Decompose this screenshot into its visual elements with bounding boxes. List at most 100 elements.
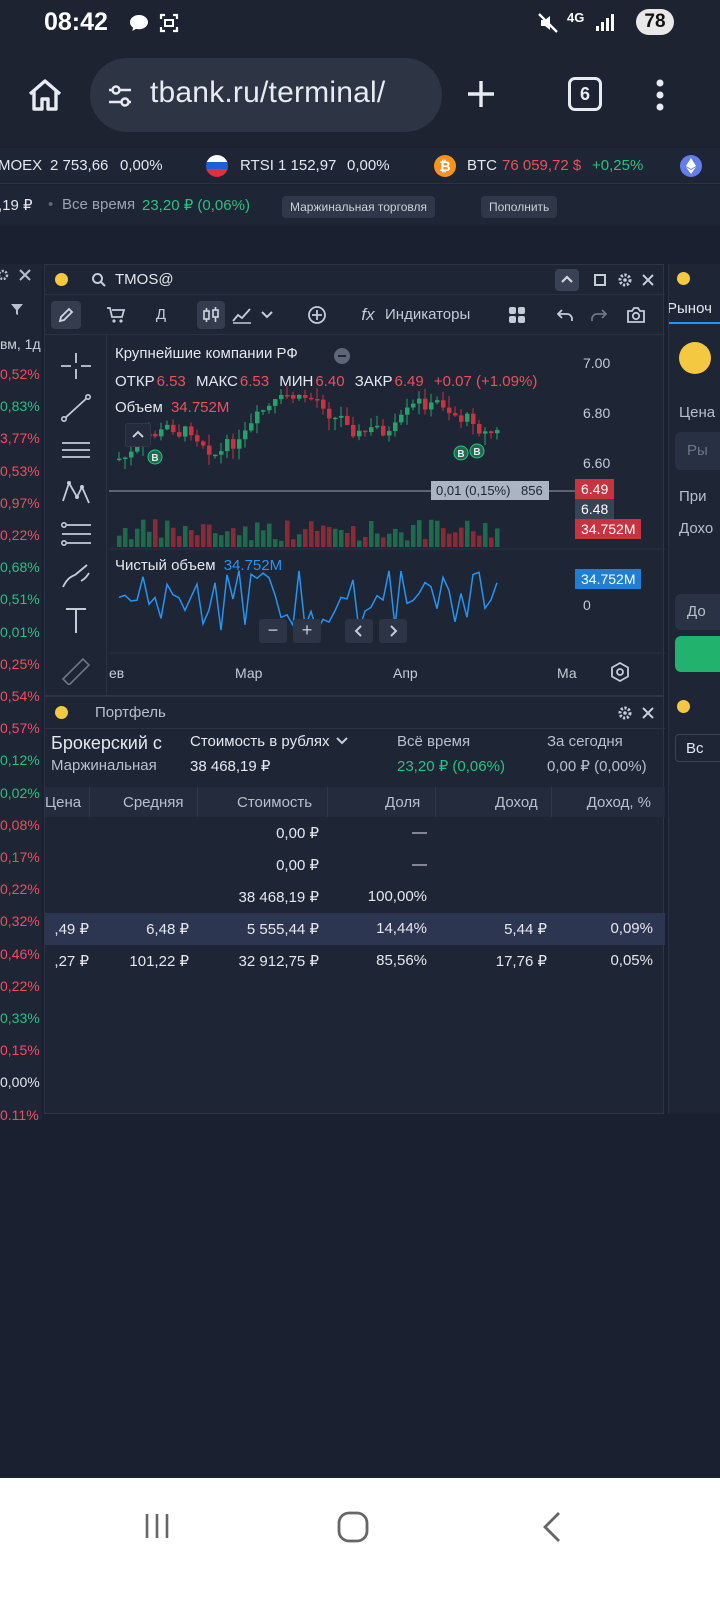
- buy-button[interactable]: [675, 636, 720, 672]
- chart-type-dropdown[interactable]: [257, 301, 277, 329]
- filter-icon[interactable]: [10, 302, 24, 316]
- horizontal-lines-icon[interactable]: [59, 435, 93, 465]
- column-income-pct[interactable]: Доход, %: [553, 794, 651, 811]
- maximize-icon[interactable]: [593, 273, 607, 287]
- column-income[interactable]: Доход: [495, 794, 538, 811]
- add-button[interactable]: [305, 301, 329, 329]
- column-share[interactable]: Доля: [385, 794, 420, 811]
- column-average[interactable]: Средняя: [123, 794, 183, 811]
- fibonacci-icon[interactable]: [59, 519, 93, 549]
- recent-apps-icon[interactable]: [142, 1512, 172, 1540]
- new-tab-icon[interactable]: [466, 79, 496, 109]
- watchlist-change[interactable]: 0,00%: [0, 1074, 40, 1090]
- price-chart[interactable]: BBB Крупнейшие компании РФ ОТКР 6.53 МАКС…: [109, 335, 665, 697]
- pattern-icon[interactable]: [59, 477, 93, 507]
- chat-icon: [130, 15, 148, 31]
- watchlist-change[interactable]: 0,51%: [0, 591, 40, 607]
- draw-mode-button[interactable]: [51, 301, 81, 329]
- watchlist-change[interactable]: 0,53%: [0, 463, 40, 479]
- cost-currency-selector[interactable]: Стоимость в рублях: [190, 733, 348, 750]
- site-settings-icon[interactable]: [106, 82, 134, 110]
- axis-settings-icon[interactable]: [609, 661, 631, 683]
- watchlist-change[interactable]: 0,17%: [0, 849, 40, 865]
- topup-button[interactable]: Пополнить: [481, 196, 558, 218]
- watchlist-change[interactable]: 0,68%: [0, 559, 40, 575]
- watchlist-change[interactable]: 0,12%: [0, 752, 40, 768]
- watchlist-change[interactable]: 0,54%: [0, 688, 40, 704]
- ticker-btc-name[interactable]: BTC: [467, 157, 497, 174]
- trade-button[interactable]: [101, 301, 131, 329]
- watchlist-change[interactable]: 0,97%: [0, 495, 40, 511]
- margin-trading-button[interactable]: Маржинальная торговля: [282, 196, 435, 218]
- watchlist-change[interactable]: 0,02%: [0, 785, 40, 801]
- chart-ticker[interactable]: TMOS@: [115, 271, 174, 288]
- collapse-legend-icon[interactable]: [333, 347, 351, 365]
- watchlist-change[interactable]: 0,08%: [0, 817, 40, 833]
- close-icon[interactable]: [18, 268, 32, 282]
- tab-market-order[interactable]: Рыноч: [669, 294, 720, 324]
- scroll-left-button[interactable]: [345, 619, 373, 643]
- layout-button[interactable]: [505, 301, 529, 329]
- interval-selector[interactable]: Д: [149, 301, 173, 329]
- price-input[interactable]: Ры: [675, 432, 720, 470]
- ticker-rtsi-name[interactable]: RTSI: [240, 157, 274, 174]
- candles-button[interactable]: [197, 301, 225, 329]
- add-button[interactable]: До: [675, 594, 720, 630]
- watchlist-change[interactable]: 0,15%: [0, 1042, 40, 1058]
- redo-button[interactable]: [587, 301, 611, 329]
- url-text[interactable]: tbank.ru/terminal/: [150, 76, 385, 110]
- zoom-out-button[interactable]: −: [259, 619, 287, 643]
- undo-button[interactable]: [553, 301, 577, 329]
- search-icon[interactable]: [91, 272, 107, 288]
- expand-button[interactable]: [125, 423, 151, 447]
- trendline-icon[interactable]: [59, 393, 93, 423]
- watchlist-change[interactable]: 3,77%: [0, 430, 40, 446]
- tab-switcher-button[interactable]: 6: [568, 77, 602, 111]
- gear-icon[interactable]: [617, 705, 633, 721]
- link-group-indicator[interactable]: [55, 273, 68, 286]
- watchlist-change[interactable]: 0,01%: [0, 624, 40, 640]
- crosshair-icon[interactable]: [59, 351, 93, 381]
- back-icon[interactable]: [540, 1510, 564, 1544]
- ruler-icon[interactable]: [59, 655, 93, 685]
- table-row[interactable]: ,27 ₽ 101,22 ₽ 32 912,75 ₽ 85,56% 17,76 ₽ 0,0…: [45, 945, 665, 977]
- table-row[interactable]: 0,00 ₽ —: [45, 817, 665, 849]
- watchlist-change[interactable]: 0,22%: [0, 881, 40, 897]
- gear-icon[interactable]: [617, 272, 633, 288]
- column-value[interactable]: Стоимость: [237, 794, 312, 811]
- ticker-moex-name[interactable]: MOEX: [0, 157, 42, 174]
- close-icon[interactable]: [641, 706, 655, 720]
- table-row[interactable]: 0,00 ₽ —: [45, 849, 665, 881]
- volume-bar: [477, 535, 482, 547]
- table-row[interactable]: ,49 ₽ 6,48 ₽ 5 555,44 ₽ 14,44% 5,44 ₽ 0,09%: [45, 913, 665, 945]
- text-tool-icon[interactable]: [59, 605, 93, 635]
- screenshot-button[interactable]: [623, 301, 649, 329]
- column-price[interactable]: Цена: [45, 794, 81, 811]
- scroll-right-button[interactable]: [379, 619, 407, 643]
- close-icon[interactable]: [641, 273, 655, 287]
- watchlist-change[interactable]: 0,33%: [0, 1010, 40, 1026]
- filter-all-button[interactable]: Вс: [675, 734, 720, 762]
- watchlist-change[interactable]: 0,32%: [0, 913, 40, 929]
- line-chart-button[interactable]: [229, 301, 255, 329]
- watchlist-change[interactable]: 0,46%: [0, 946, 40, 962]
- account-name[interactable]: Брокерский с: [51, 733, 173, 754]
- brush-icon[interactable]: [59, 561, 93, 591]
- watchlist-change[interactable]: 0,22%: [0, 527, 40, 543]
- link-group-indicator[interactable]: [677, 272, 690, 285]
- more-menu-icon[interactable]: [652, 78, 668, 112]
- zoom-in-button[interactable]: +: [293, 619, 321, 643]
- watchlist-change[interactable]: 0,52%: [0, 366, 40, 382]
- settings-icon[interactable]: [0, 268, 10, 282]
- home-icon[interactable]: [26, 77, 64, 113]
- link-group-indicator[interactable]: [55, 706, 68, 719]
- watchlist-change[interactable]: 0,57%: [0, 720, 40, 736]
- link-group-indicator[interactable]: [677, 700, 690, 713]
- watchlist-change[interactable]: 0,22%: [0, 978, 40, 994]
- indicators-button[interactable]: Индикаторы: [385, 301, 477, 329]
- collapse-button[interactable]: [555, 269, 579, 291]
- watchlist-change[interactable]: 0,83%: [0, 398, 40, 414]
- table-row[interactable]: 38 468,19 ₽ 100,00%: [45, 881, 665, 913]
- home-nav-icon[interactable]: [336, 1510, 370, 1544]
- watchlist-change[interactable]: 0,25%: [0, 656, 40, 672]
